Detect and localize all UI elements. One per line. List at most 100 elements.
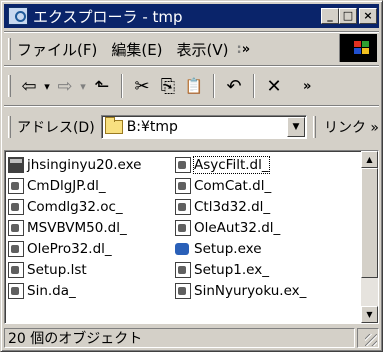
file-icon: [8, 177, 24, 194]
menu-top-divider: [4, 31, 379, 33]
scroll-thumb[interactable]: [361, 168, 378, 278]
file-name: Setup.lst: [27, 261, 87, 278]
file-name: ComCat.dl_: [194, 177, 272, 194]
paste-icon: 📋: [184, 77, 204, 95]
undo-icon: ↶: [226, 75, 242, 97]
toolbar-top-divider: [4, 65, 379, 67]
links-grip[interactable]: [313, 116, 316, 138]
undo-button[interactable]: ↶: [221, 73, 247, 99]
list-item[interactable]: Ctl3d32.dl_: [175, 196, 306, 217]
close-button[interactable]: ×: [359, 8, 377, 24]
file-name: OleAut32.dl_: [194, 219, 281, 236]
file-name: OlePro32.dl_: [27, 240, 112, 257]
delete-button[interactable]: ✕: [261, 73, 287, 99]
file-name: Setup.exe: [194, 240, 262, 257]
list-item[interactable]: Sin.da_: [8, 280, 142, 301]
file-list-pane[interactable]: jhsinginyu20.exe CmDlgJP.dl_ Comdlg32.oc…: [4, 150, 379, 324]
toolbar-separator: [121, 74, 123, 98]
menu-edit[interactable]: 編集(E): [111, 39, 162, 60]
file-name: Comdlg32.oc_: [27, 198, 123, 215]
list-item[interactable]: CmDlgJP.dl_: [8, 175, 142, 196]
up-folder-button[interactable]: ⬑: [89, 73, 115, 99]
copy-icon: ⎘: [160, 75, 176, 97]
address-grip[interactable]: [8, 116, 11, 138]
file-icon: [8, 219, 24, 236]
toolbar-grip[interactable]: [8, 75, 11, 97]
menu-overflow-chevron[interactable]: »: [242, 42, 251, 57]
file-icon: [175, 261, 191, 278]
explorer-window: エクスプローラ - tmp _ □ × ファイル(F) 編集(E) 表示(V) …: [0, 0, 383, 352]
status-bar: 20 個のオブジェクト: [4, 327, 379, 349]
file-icon: [8, 282, 24, 299]
address-bar: アドレス(D) B:¥tmp ▼ リンク »: [4, 108, 379, 146]
paste-button[interactable]: 📋: [181, 73, 207, 99]
list-item[interactable]: ComCat.dl_: [175, 175, 306, 196]
scroll-up-button[interactable]: ▲: [361, 151, 378, 168]
delete-x-icon: ✕: [266, 75, 282, 97]
forward-dropdown[interactable]: ▾: [77, 73, 89, 99]
back-button[interactable]: ⇦: [17, 73, 41, 99]
back-arrow-icon: ⇦: [21, 75, 37, 97]
list-item[interactable]: AsycFilt.dl_: [175, 154, 306, 175]
status-text: 20 個のオブジェクト: [4, 328, 355, 348]
maximize-button[interactable]: □: [339, 8, 357, 24]
address-label: アドレス(D): [16, 120, 95, 136]
menu-bar: ファイル(F) 編集(E) 表示(V) : »: [4, 34, 379, 64]
list-item[interactable]: OlePro32.dl_: [8, 238, 142, 259]
file-column-2: AsycFilt.dl_ ComCat.dl_ Ctl3d32.dl_ OleA…: [175, 154, 306, 301]
vertical-scrollbar[interactable]: ▲ ▼: [361, 151, 378, 323]
copy-button[interactable]: ⎘: [155, 73, 181, 99]
address-top-divider: [4, 105, 379, 107]
windows-logo-icon: [339, 34, 377, 62]
cut-button[interactable]: ✂: [129, 73, 155, 99]
forward-button[interactable]: ⇨: [53, 73, 77, 99]
scroll-down-button[interactable]: ▼: [361, 306, 378, 323]
list-item[interactable]: SinNyuryoku.ex_: [175, 280, 306, 301]
toolbar-overflow-chevron[interactable]: »: [303, 79, 312, 94]
list-item[interactable]: OleAut32.dl_: [175, 217, 306, 238]
list-item[interactable]: MSVBVM50.dl_: [8, 217, 142, 238]
toolbar-separator: [253, 74, 255, 98]
list-item[interactable]: Setup1.ex_: [175, 259, 306, 280]
up-folder-icon: ⬑: [94, 75, 110, 97]
title-bar[interactable]: エクスプローラ - tmp _ □ ×: [4, 4, 379, 28]
list-item[interactable]: Comdlg32.oc_: [8, 196, 142, 217]
file-icon: [8, 261, 24, 278]
file-icon: [175, 219, 191, 236]
file-icon: [175, 282, 191, 299]
file-name: jhsinginyu20.exe: [27, 156, 142, 173]
file-name: Setup1.ex_: [194, 261, 269, 278]
menu-file[interactable]: ファイル(F): [17, 39, 97, 60]
file-icon: [175, 198, 191, 215]
list-item[interactable]: Setup.exe: [175, 238, 306, 259]
links-button[interactable]: リンク »: [324, 117, 379, 137]
list-item[interactable]: Setup.lst: [8, 259, 142, 280]
standard-toolbar: ⇦ ▾ ⇨ ▾ ⬑ ✂ ⎘ 📋 ↶ ✕ »: [4, 68, 379, 104]
status-grip-panel: [357, 328, 379, 348]
minimize-button[interactable]: _: [321, 8, 339, 24]
file-name: Ctl3d32.dl_: [194, 198, 271, 215]
resize-grip-icon[interactable]: [365, 334, 377, 346]
forward-arrow-icon: ⇨: [57, 75, 73, 97]
file-icon: [8, 240, 24, 257]
address-combobox[interactable]: B:¥tmp ▼: [100, 115, 307, 139]
menu-grip[interactable]: [8, 38, 11, 60]
file-name: Sin.da_: [27, 282, 76, 299]
explorer-icon: [8, 7, 28, 25]
scissors-icon: ✂: [134, 75, 150, 97]
menu-view[interactable]: 表示(V): [177, 39, 229, 60]
file-icon: [175, 177, 191, 194]
back-dropdown[interactable]: ▾: [41, 73, 53, 99]
folder-icon: [104, 117, 123, 134]
file-icon: [8, 198, 24, 215]
file-icon: [175, 156, 191, 173]
address-value[interactable]: B:¥tmp: [127, 119, 178, 135]
address-dropdown-button[interactable]: ▼: [287, 117, 305, 137]
file-column-1: jhsinginyu20.exe CmDlgJP.dl_ Comdlg32.oc…: [8, 154, 142, 301]
file-name: MSVBVM50.dl_: [27, 219, 127, 236]
file-name: CmDlgJP.dl_: [27, 177, 106, 194]
file-name: AsycFilt.dl_: [193, 155, 270, 174]
window-title: エクスプローラ - tmp: [33, 7, 183, 26]
toolbar-separator: [213, 74, 215, 98]
list-item[interactable]: jhsinginyu20.exe: [8, 154, 142, 175]
